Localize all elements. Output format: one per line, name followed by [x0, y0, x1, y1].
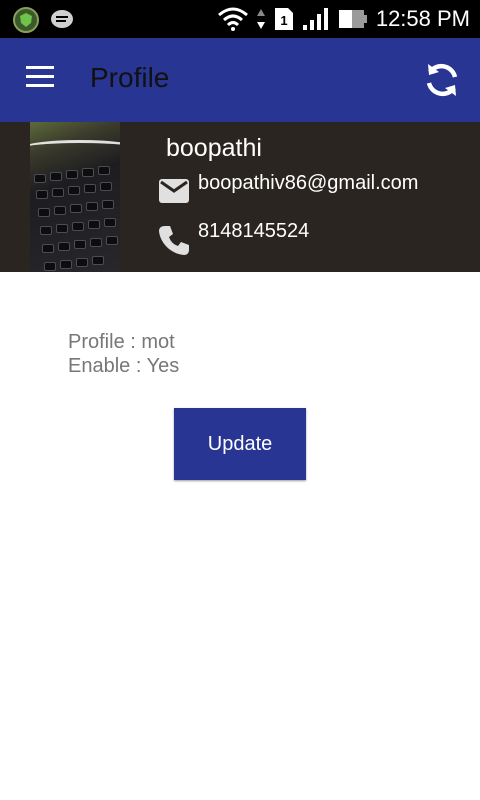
profile-header: boopathi boopathiv86@gmail.com 814814552… [0, 122, 480, 272]
refresh-icon[interactable] [422, 60, 462, 100]
email-icon [159, 179, 189, 203]
avatar[interactable] [30, 122, 120, 272]
hamburger-menu-icon[interactable] [26, 66, 58, 94]
profile-line: Profile : mot [68, 331, 175, 353]
sim-slot-number: 1 [280, 13, 287, 28]
update-button[interactable]: Update [174, 408, 306, 480]
battery-icon [338, 10, 367, 28]
page-title: Profile [90, 62, 170, 93]
shield-app-icon [13, 7, 39, 33]
message-icon [51, 10, 73, 28]
profile-details: Profile : mot Enable : Yes [68, 330, 179, 378]
user-email: boopathiv86@gmail.com [198, 172, 419, 194]
sim-icon: 1 [274, 8, 293, 30]
enable-line: Enable : Yes [68, 355, 180, 377]
user-name: boopathi [166, 134, 262, 162]
data-arrows-icon [256, 9, 265, 29]
user-phone: 8148145524 [198, 220, 310, 242]
wifi-icon [217, 7, 248, 31]
status-time: 12:58 PM [375, 6, 470, 31]
app-bar: Profile [0, 38, 480, 122]
status-bar: 1 12:58 PM [0, 0, 480, 38]
signal-icon [302, 8, 328, 30]
phone-icon [159, 226, 189, 255]
